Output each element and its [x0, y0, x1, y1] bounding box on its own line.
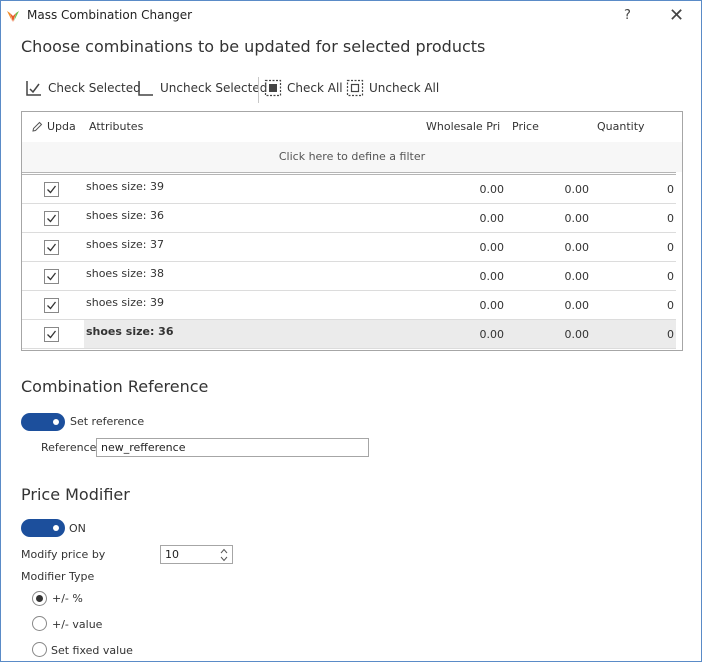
- grid-header: Upda Attributes Wholesale Pric Price Qua…: [22, 112, 682, 142]
- column-header-quantity[interactable]: Quantity: [597, 120, 667, 133]
- column-header-update[interactable]: Upda: [47, 120, 77, 133]
- toggle-knob: [53, 525, 59, 531]
- check-all-icon: [264, 79, 282, 97]
- table-row[interactable]: shoes size: 36 0.00 0.00 0: [22, 320, 676, 349]
- wholesale-price-cell: 0.00: [479, 183, 505, 196]
- column-header-price[interactable]: Price: [512, 120, 572, 133]
- app-logo-icon: [7, 11, 19, 22]
- pencil-icon: [32, 121, 43, 132]
- modifier-value-label: +/- value: [52, 618, 103, 631]
- uncheck-all-icon: [346, 79, 364, 97]
- table-row[interactable]: shoes size: 39 0.00 0.00 0: [22, 175, 676, 204]
- row-checkbox[interactable]: [44, 240, 59, 255]
- help-button[interactable]: ?: [624, 8, 631, 23]
- row-checkbox[interactable]: [44, 327, 59, 342]
- checkmark-icon: [47, 330, 57, 339]
- close-button[interactable]: ✕: [669, 5, 684, 26]
- check-all-button[interactable]: Check All: [264, 77, 343, 99]
- dialog-window: Mass Combination Changer ? ✕ Choose comb…: [0, 0, 702, 662]
- table-row[interactable]: shoes size: 38 0.00 0.00 0: [22, 262, 676, 291]
- checkmark-icon: [47, 185, 57, 194]
- checkmark-icon: [47, 243, 57, 252]
- wholesale-price-cell: 0.00: [479, 299, 505, 312]
- modifier-fixed-label: Set fixed value: [51, 644, 133, 657]
- quantity-cell: 0: [667, 299, 674, 312]
- wholesale-price-cell: 0.00: [479, 270, 505, 283]
- reference-label: Reference: [41, 441, 97, 454]
- filter-row[interactable]: Click here to define a filter: [22, 142, 682, 172]
- wholesale-price-cell: 0.00: [479, 328, 505, 341]
- window-title: Mass Combination Changer: [27, 8, 193, 22]
- table-row[interactable]: shoes size: 39 0.00 0.00 0: [22, 291, 676, 320]
- table-row[interactable]: shoes size: 37 0.00 0.00 0: [22, 233, 676, 262]
- spin-down-icon[interactable]: [220, 556, 228, 562]
- set-reference-toggle[interactable]: [21, 413, 65, 431]
- modify-price-label: Modify price by: [21, 548, 106, 561]
- set-reference-label: Set reference: [70, 415, 145, 428]
- radio-selected-dot: [36, 595, 43, 602]
- quantity-cell: 0: [667, 241, 674, 254]
- checkmark-icon: [47, 301, 57, 310]
- price-cell: 0.00: [564, 299, 590, 312]
- checkmark-icon: [47, 214, 57, 223]
- price-cell: 0.00: [564, 241, 590, 254]
- quantity-cell: 0: [667, 212, 674, 225]
- modifier-value-radio[interactable]: [32, 616, 47, 631]
- price-cell: 0.00: [564, 212, 590, 225]
- check-all-label: Check All: [287, 81, 343, 95]
- spin-up-icon[interactable]: [220, 548, 228, 554]
- check-selected-button[interactable]: Check Selected: [25, 77, 141, 99]
- table-row[interactable]: shoes size: 36 0.00 0.00 0: [22, 204, 676, 233]
- uncheck-all-label: Uncheck All: [369, 81, 440, 95]
- modifier-fixed-radio[interactable]: [32, 642, 47, 657]
- modifier-percent-radio[interactable]: [32, 591, 47, 606]
- price-modifier-heading: Price Modifier: [21, 485, 130, 504]
- row-checkbox[interactable]: [44, 269, 59, 284]
- price-modifier-toggle[interactable]: [21, 519, 65, 537]
- check-selected-icon: [26, 81, 41, 96]
- row-checkbox[interactable]: [44, 211, 59, 226]
- modify-price-stepper[interactable]: 10: [160, 545, 233, 564]
- title-bar: Mass Combination Changer ? ✕: [1, 1, 701, 31]
- modifier-percent-label: +/- %: [52, 592, 83, 605]
- wholesale-price-cell: 0.00: [479, 212, 505, 225]
- column-header-attributes[interactable]: Attributes: [89, 120, 209, 133]
- check-selected-label: Check Selected: [48, 81, 141, 95]
- uncheck-all-button[interactable]: Uncheck All: [346, 77, 439, 99]
- uncheck-selected-label: Uncheck Selected: [160, 81, 268, 95]
- toolbar-divider: [258, 77, 259, 103]
- modify-price-value: 10: [165, 548, 179, 561]
- checkmark-icon: [47, 272, 57, 281]
- price-cell: 0.00: [564, 183, 590, 196]
- wholesale-price-cell: 0.00: [479, 241, 505, 254]
- uncheck-selected-icon: [138, 81, 153, 96]
- quantity-cell: 0: [667, 328, 674, 341]
- uncheck-selected-button[interactable]: Uncheck Selected: [137, 77, 267, 99]
- price-cell: 0.00: [564, 270, 590, 283]
- quantity-cell: 0: [667, 270, 674, 283]
- page-title: Choose combinations to be updated for se…: [21, 37, 486, 56]
- modifier-type-label: Modifier Type: [21, 570, 95, 583]
- row-checkbox[interactable]: [44, 298, 59, 313]
- price-modifier-toggle-label: ON: [69, 522, 86, 535]
- price-cell: 0.00: [564, 328, 590, 341]
- reference-input[interactable]: new_refference: [96, 438, 369, 457]
- toggle-knob: [53, 419, 59, 425]
- column-header-wholesale-price[interactable]: Wholesale Pric: [426, 120, 500, 133]
- quantity-cell: 0: [667, 183, 674, 196]
- row-checkbox[interactable]: [44, 182, 59, 197]
- combination-reference-heading: Combination Reference: [21, 377, 209, 396]
- combinations-grid: Upda Attributes Wholesale Pric Price Qua…: [21, 111, 683, 351]
